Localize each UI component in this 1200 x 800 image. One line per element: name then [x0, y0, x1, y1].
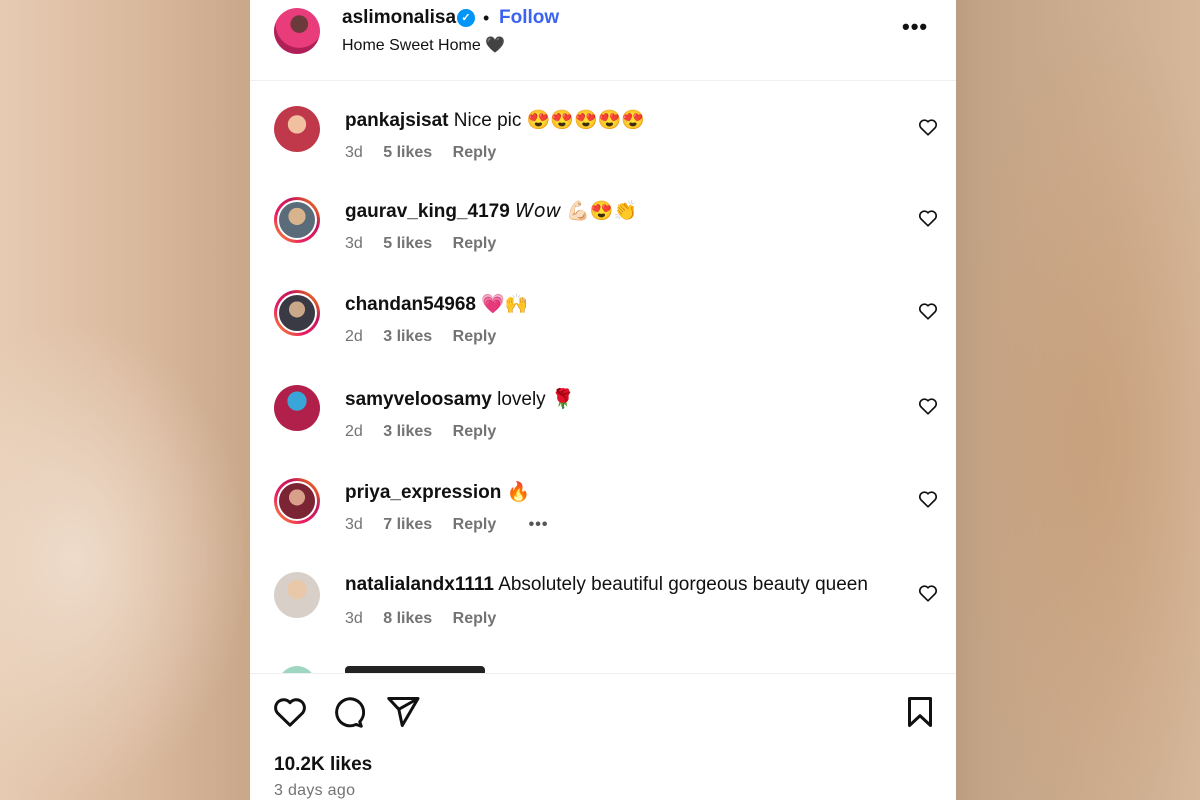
comment-likes[interactable]: 8 likes [383, 610, 432, 627]
reply-button[interactable]: Reply [453, 235, 497, 252]
comment-item: priya_expression 🔥 3d 7 likes Reply ••• [250, 478, 956, 568]
comment-heart-icon[interactable] [917, 395, 939, 417]
commenter-avatar[interactable] [278, 666, 316, 673]
comment-heart-icon[interactable] [917, 116, 939, 138]
separator: • [483, 8, 490, 28]
comment-heart-icon[interactable] [917, 300, 939, 322]
comment-text-cutoff [345, 666, 485, 673]
comment-age: 2d [345, 423, 363, 440]
comment-age: 3d [345, 516, 363, 533]
comment-text: chandan54968 💗🙌 [345, 292, 529, 316]
verified-badge-icon: ✓ [457, 9, 475, 27]
comment-item: samyveloosamy lovely 🌹 2d 3 likes Reply [250, 385, 956, 475]
reply-button[interactable]: Reply [453, 328, 497, 345]
comment-body: Nice pic 😍😍😍😍😍 [453, 110, 645, 131]
reply-button[interactable]: Reply [453, 516, 497, 533]
comment-age: 3d [345, 235, 363, 252]
more-options-icon[interactable]: ••• [902, 14, 928, 40]
comment-heart-icon[interactable] [917, 207, 939, 229]
comment-age: 2d [345, 328, 363, 345]
comment-username[interactable]: gaurav_king_4179 [345, 201, 510, 222]
comment-item: gaurav_king_4179 𝘞𝘰𝘸 💪🏻😍👏 3d 5 likes Rep… [250, 197, 956, 287]
commenter-avatar[interactable] [274, 572, 320, 618]
post-timestamp: 3 days ago [274, 782, 356, 799]
share-icon[interactable] [385, 694, 421, 730]
comment-username[interactable]: natalialandx1111 [345, 574, 494, 595]
comment-meta: 2d 3 likes Reply [345, 423, 512, 441]
comment-text: natalialandx1111 Absolutely beautiful go… [345, 574, 868, 596]
comment-heart-icon[interactable] [917, 582, 939, 604]
author-avatar[interactable] [274, 8, 320, 54]
comment-likes[interactable]: 5 likes [383, 235, 432, 252]
reply-button[interactable]: Reply [453, 423, 497, 440]
comment-username[interactable]: samyveloosamy [345, 389, 492, 410]
comment-body: Absolutely beautiful gorgeous beauty que… [498, 574, 868, 595]
reply-button[interactable]: Reply [453, 144, 497, 161]
comment-text: gaurav_king_4179 𝘞𝘰𝘸 💪🏻😍👏 [345, 199, 637, 223]
author-username[interactable]: aslimonalisa [342, 7, 456, 29]
post-caption: Home Sweet Home 🖤 [342, 37, 506, 54]
comment-text: pankajsisat Nice pic 😍😍😍😍😍 [345, 108, 645, 132]
comment-text: priya_expression 🔥 [345, 480, 530, 504]
comment-age: 3d [345, 610, 363, 627]
comment-body: 💗🙌 [481, 294, 529, 315]
comment-item: pankajsisat Nice pic 😍😍😍😍😍 3d 5 likes Re… [250, 106, 956, 196]
comment-body: 🔥 [506, 482, 531, 503]
reply-button[interactable]: Reply [453, 610, 497, 627]
comment-meta: 3d 7 likes Reply ••• [345, 516, 564, 534]
comment-heart-icon[interactable] [917, 488, 939, 510]
comment-text: samyveloosamy lovely 🌹 [345, 387, 575, 411]
follow-button[interactable]: Follow [499, 7, 559, 29]
comment-age: 3d [345, 144, 363, 161]
comment-meta: 3d 8 likes Reply [345, 610, 512, 628]
comment-meta: 2d 3 likes Reply [345, 328, 512, 346]
bookmark-icon[interactable] [902, 694, 938, 730]
action-bar: 10.2K likes 3 days ago [250, 673, 956, 800]
comment-icon[interactable] [329, 694, 365, 730]
comment-likes[interactable]: 3 likes [383, 423, 432, 440]
post-panel: aslimonalisa ✓ • Follow Home Sweet Home … [250, 0, 956, 800]
background-blur-right [955, 0, 1200, 800]
comment-likes[interactable]: 3 likes [383, 328, 432, 345]
comment-item: natalialandx1111 Absolutely beautiful go… [250, 572, 956, 662]
commenter-avatar[interactable] [274, 478, 320, 524]
comment-likes[interactable]: 7 likes [383, 516, 432, 533]
heart-icon[interactable] [272, 694, 308, 730]
commenter-avatar[interactable] [274, 385, 320, 431]
commenter-avatar[interactable] [274, 290, 320, 336]
comment-meta: 3d 5 likes Reply [345, 144, 512, 162]
post-header: aslimonalisa ✓ • Follow Home Sweet Home … [250, 0, 956, 81]
comment-likes[interactable]: 5 likes [383, 144, 432, 161]
comment-item-partial [250, 660, 956, 673]
likes-count[interactable]: 10.2K likes [274, 754, 372, 776]
background-blur-left [0, 320, 250, 800]
comment-username[interactable]: priya_expression [345, 482, 501, 503]
comment-body: 𝘞𝘰𝘸 💪🏻😍👏 [515, 201, 638, 222]
comment-username[interactable]: chandan54968 [345, 294, 476, 315]
comment-more-icon[interactable]: ••• [529, 516, 549, 533]
comment-meta: 3d 5 likes Reply [345, 235, 512, 253]
comment-item: chandan54968 💗🙌 2d 3 likes Reply [250, 290, 956, 380]
commenter-avatar[interactable] [274, 106, 320, 152]
commenter-avatar[interactable] [274, 197, 320, 243]
comment-username[interactable]: pankajsisat [345, 110, 449, 131]
comment-body: lovely 🌹 [497, 389, 575, 410]
